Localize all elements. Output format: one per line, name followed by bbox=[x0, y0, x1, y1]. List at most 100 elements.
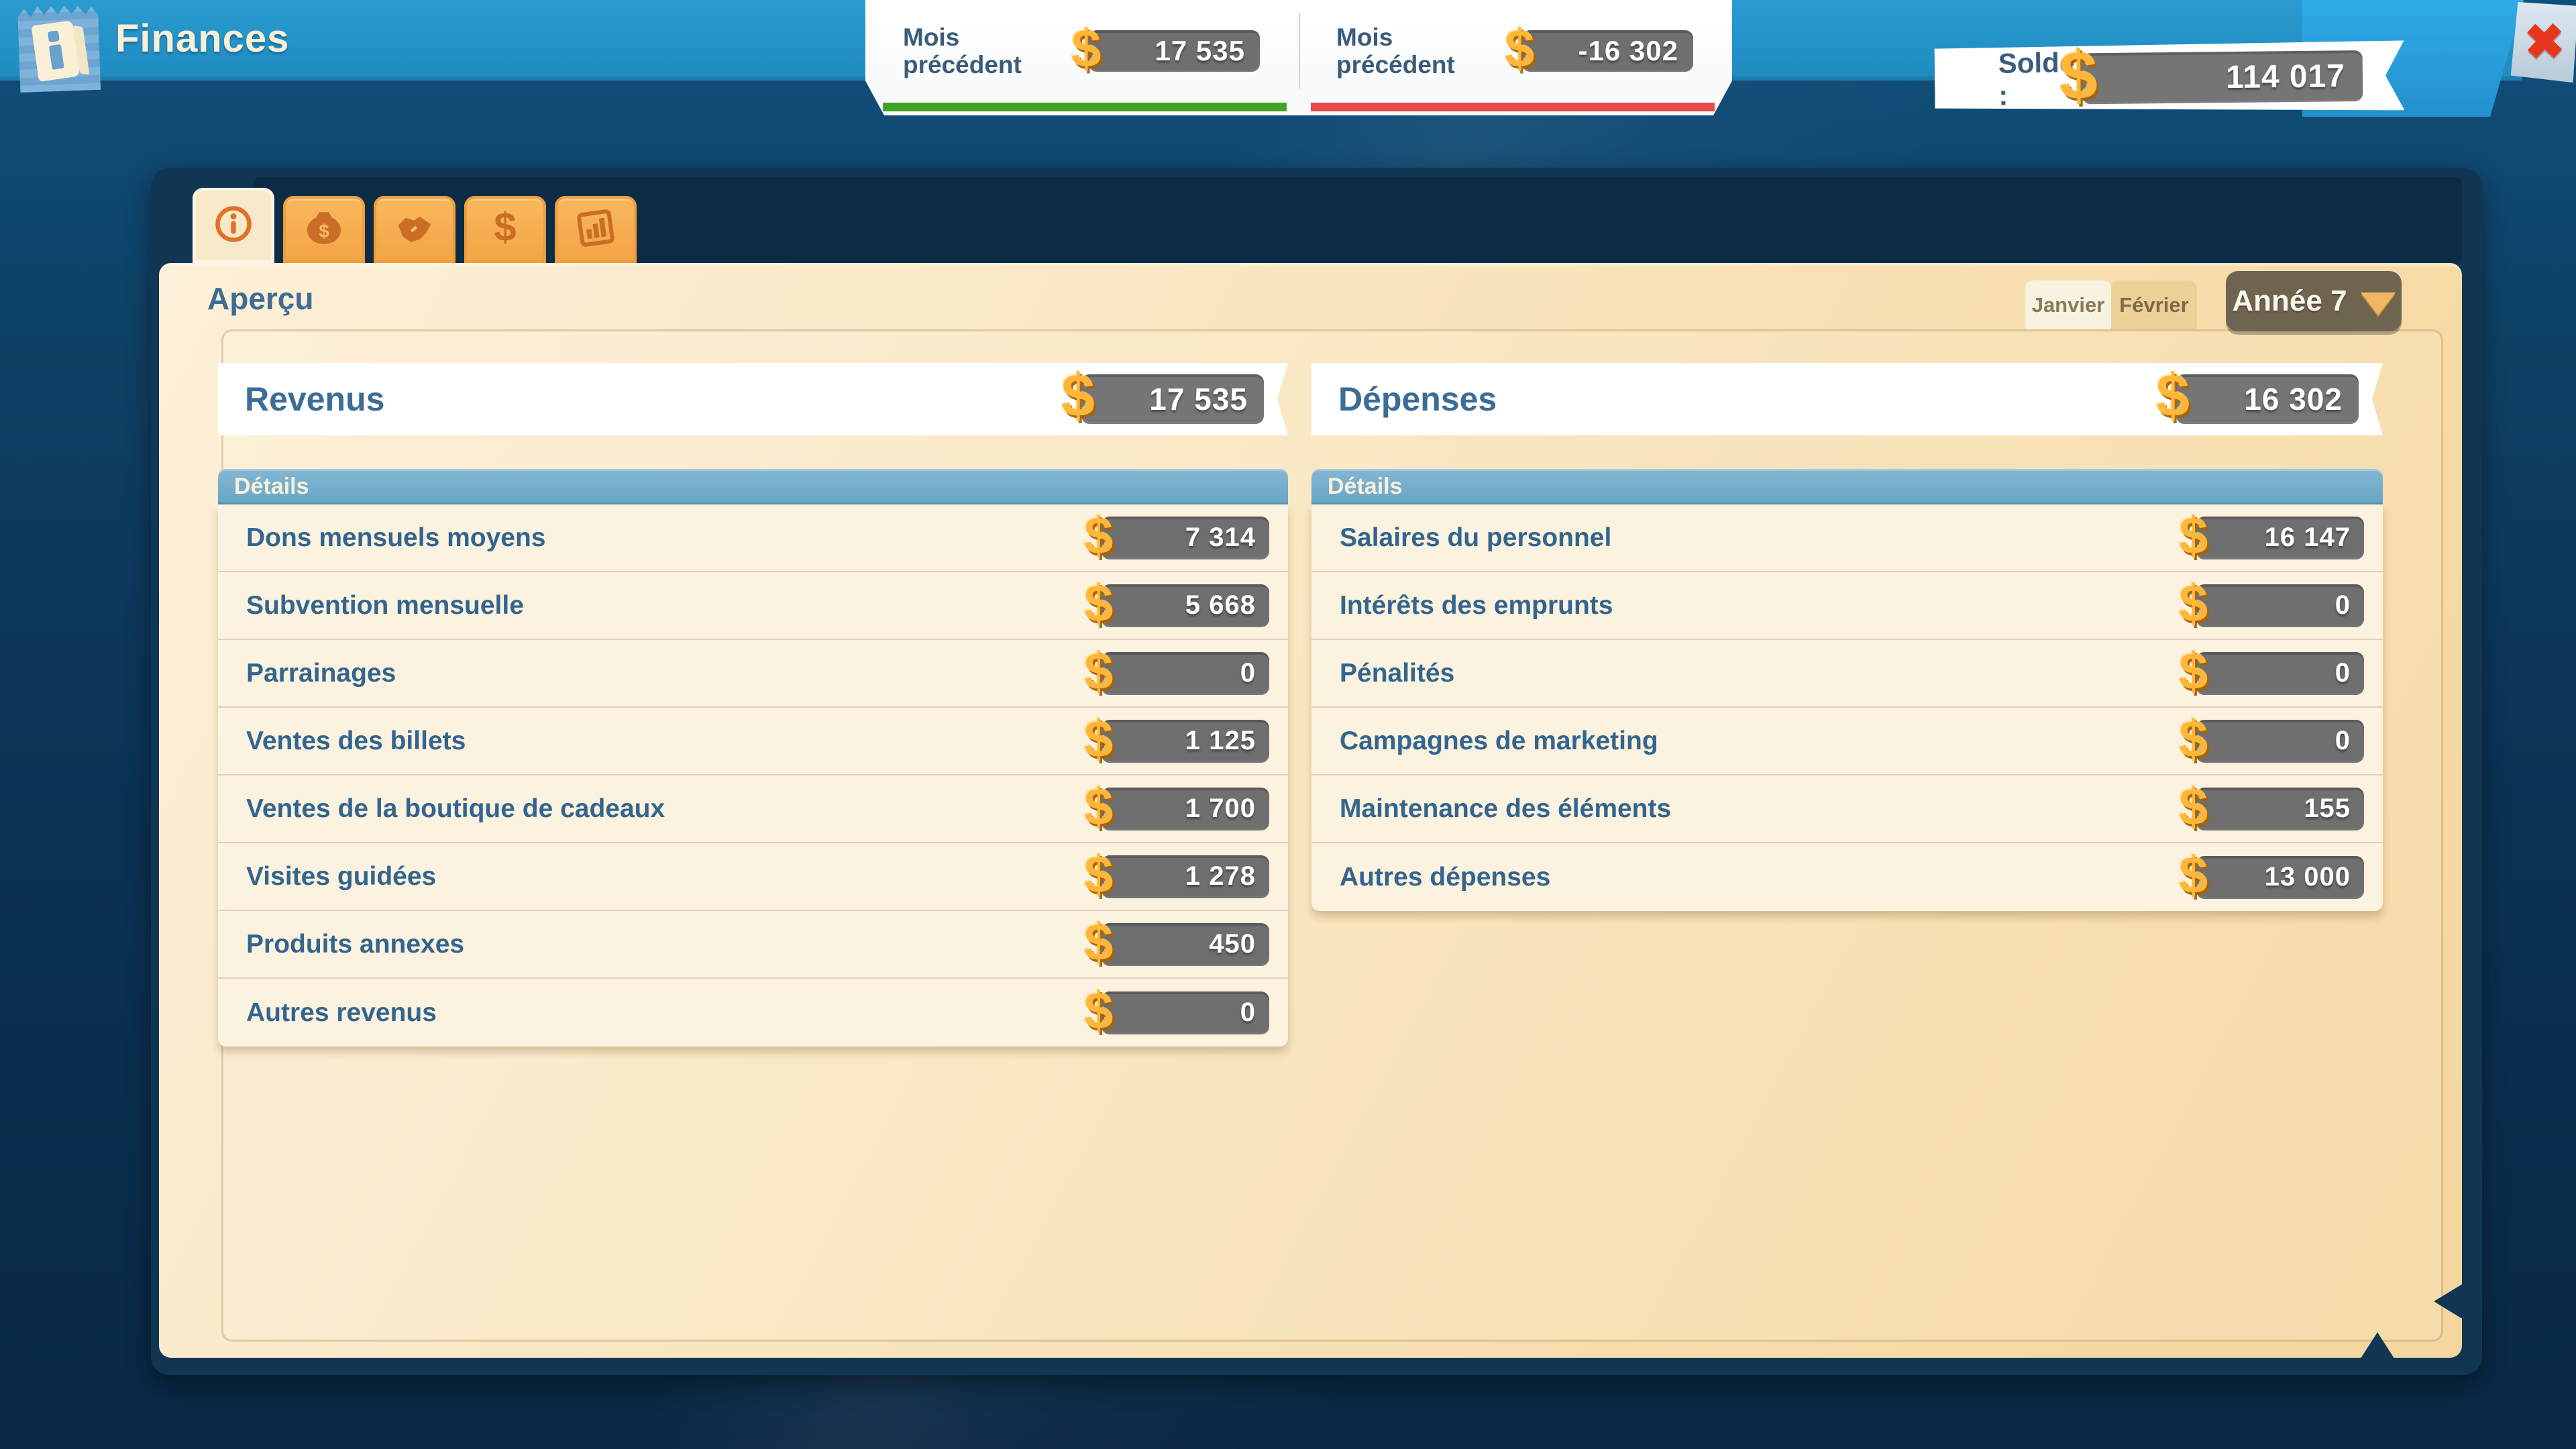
month-tabs: JanvierFévrier bbox=[2025, 280, 2197, 329]
previous-month-summary: Mois précédent $ 17 535 Mois précédent $… bbox=[865, 0, 1732, 115]
row-amount: $0 bbox=[2196, 652, 2364, 695]
tab-dollar[interactable]: $ bbox=[464, 196, 546, 263]
tab-handshake[interactable] bbox=[374, 196, 455, 263]
table-row: Dons mensuels moyens $7 314 bbox=[218, 504, 1288, 572]
month-tab-fevrier[interactable]: Février bbox=[2111, 280, 2197, 329]
tab-bar-chart[interactable] bbox=[555, 196, 637, 263]
table-row: Ventes de la boutique de cadeaux$1 700 bbox=[218, 775, 1288, 843]
svg-text:$: $ bbox=[319, 220, 329, 241]
dollar-icon: $ bbox=[2179, 844, 2208, 905]
dollar-icon: $ bbox=[1084, 640, 1114, 701]
row-label: Campagnes de marketing bbox=[1340, 727, 1658, 756]
prev-month-income-label: Mois précédent bbox=[903, 23, 1064, 79]
row-label: Ventes de la boutique de cadeaux bbox=[246, 794, 665, 824]
year-selector-label: Année 7 bbox=[2232, 284, 2347, 318]
info-bar bbox=[49, 44, 64, 70]
dollar-icon: $ bbox=[1505, 17, 1536, 79]
table-row: Campagnes de marketing$0 bbox=[1311, 708, 2383, 775]
table-row: Maintenance des éléments $155 bbox=[1311, 775, 2383, 843]
dollar-icon: $ bbox=[1084, 504, 1114, 566]
handshake-icon bbox=[394, 208, 435, 252]
tab-info[interactable] bbox=[193, 188, 274, 263]
dollar-icon: $ bbox=[2179, 775, 2208, 837]
row-label: Subvention mensuelle bbox=[246, 591, 524, 621]
revenues-details-header: Détails bbox=[218, 469, 1288, 504]
table-row: Pénalités $0 bbox=[1311, 640, 2383, 708]
info-icon bbox=[213, 204, 254, 248]
overview-sheet: Aperçu JanvierFévrier Année 7 Revenus $ … bbox=[159, 263, 2462, 1358]
expenses-total: $ 16 302 bbox=[2176, 374, 2359, 424]
revenues-column: Revenus $ 17 535 Détails Dons mensuels m… bbox=[218, 363, 1288, 1046]
dollar-icon: $ bbox=[1061, 362, 1095, 431]
svg-text:$: $ bbox=[494, 208, 516, 248]
revenues-header-card: Revenus $ 17 535 bbox=[218, 363, 1288, 435]
table-row: Salaires du personnel$16 147 bbox=[1311, 504, 2383, 572]
dollar-icon: $ bbox=[2179, 708, 2208, 769]
finance-ledger-icon bbox=[19, 4, 99, 91]
close-icon: ✖ bbox=[2524, 17, 2565, 67]
table-row: Parrainages$0 bbox=[218, 640, 1288, 708]
dollar-icon: $ bbox=[2179, 504, 2208, 566]
row-label: Parrainages bbox=[246, 659, 396, 688]
prev-month-expense-label: Mois précédent bbox=[1336, 23, 1497, 79]
row-amount: $0 bbox=[1102, 991, 1269, 1034]
expense-underline-bar bbox=[1311, 103, 1715, 111]
dollar-icon: $ bbox=[1084, 911, 1114, 972]
dollar-icon: $ bbox=[485, 208, 525, 252]
table-row: Visites guidées $1 278 bbox=[218, 843, 1288, 911]
tab-money-bag[interactable]: $ bbox=[283, 196, 365, 263]
expenses-column: Dépenses $ 16 302 Détails Salaires du pe… bbox=[1311, 363, 2383, 911]
dollar-icon: $ bbox=[1084, 843, 1114, 904]
expenses-details-header: Détails bbox=[1311, 469, 2383, 504]
prev-month-expense-panel: Mois précédent $ -16 302 bbox=[1299, 0, 1732, 102]
income-underline-bar bbox=[883, 103, 1287, 111]
row-amount: $7 314 bbox=[1102, 517, 1269, 559]
row-amount: $1 278 bbox=[1102, 855, 1269, 898]
row-label: Autres revenus bbox=[246, 998, 437, 1028]
revenues-title: Revenus bbox=[245, 380, 384, 419]
section-title: Aperçu bbox=[207, 280, 313, 317]
finances-window: $$ Aperçu JanvierFévrier Année 7 Revenus… bbox=[151, 168, 2482, 1375]
dollar-icon: $ bbox=[2179, 572, 2208, 633]
row-label: Maintenance des éléments bbox=[1340, 794, 1671, 824]
revenues-total: $ 17 535 bbox=[1081, 374, 1264, 424]
frame-notch bbox=[2359, 1332, 2396, 1360]
info-book-icon bbox=[31, 20, 80, 82]
row-amount: $5 668 bbox=[1102, 584, 1269, 627]
table-row: Autres dépenses $13 000 bbox=[1311, 843, 2383, 911]
bar-chart-icon bbox=[576, 208, 616, 252]
expenses-title: Dépenses bbox=[1338, 380, 1497, 419]
row-amount: $1 125 bbox=[1102, 720, 1269, 763]
divider bbox=[1299, 13, 1300, 89]
row-amount: $450 bbox=[1102, 923, 1269, 966]
info-dot bbox=[48, 30, 60, 42]
year-selector[interactable]: Année 7 bbox=[2226, 271, 2402, 331]
chevron-down-icon bbox=[2361, 292, 2396, 315]
row-amount: $155 bbox=[2196, 788, 2364, 830]
dollar-icon: $ bbox=[1084, 572, 1114, 633]
row-label: Pénalités bbox=[1340, 659, 1454, 688]
frame-notch bbox=[2434, 1283, 2465, 1320]
row-label: Autres dépenses bbox=[1340, 863, 1550, 892]
prev-month-income-amount: $ 17 535 bbox=[1089, 30, 1260, 72]
page-title: Finances bbox=[115, 16, 289, 61]
row-label: Visites guidées bbox=[246, 862, 436, 892]
close-button[interactable]: ✖ bbox=[2510, 2, 2576, 83]
table-row: Ventes des billets$1 125 bbox=[218, 708, 1288, 775]
row-label: Dons mensuels moyens bbox=[246, 523, 545, 553]
balance-amount: $ 114 017 bbox=[2082, 50, 2363, 104]
row-amount: $13 000 bbox=[2196, 856, 2364, 899]
prev-month-expense-amount: $ -16 302 bbox=[1522, 30, 1693, 72]
table-row: Produits annexes$450 bbox=[218, 911, 1288, 979]
window-tabs: $$ bbox=[193, 188, 637, 263]
dollar-icon: $ bbox=[2059, 36, 2098, 115]
dollar-icon: $ bbox=[1084, 708, 1114, 769]
month-tab-janvier[interactable]: Janvier bbox=[2025, 280, 2111, 329]
dollar-icon: $ bbox=[2179, 640, 2208, 701]
table-row: Autres revenus $0 bbox=[218, 979, 1288, 1046]
dollar-icon: $ bbox=[1084, 775, 1114, 837]
revenues-rows: Dons mensuels moyens $7 314 Subvention men… bbox=[218, 504, 1288, 1046]
dollar-icon: $ bbox=[1071, 17, 1102, 79]
prev-month-income-panel: Mois précédent $ 17 535 bbox=[865, 0, 1299, 102]
row-label: Salaires du personnel bbox=[1340, 523, 1611, 553]
